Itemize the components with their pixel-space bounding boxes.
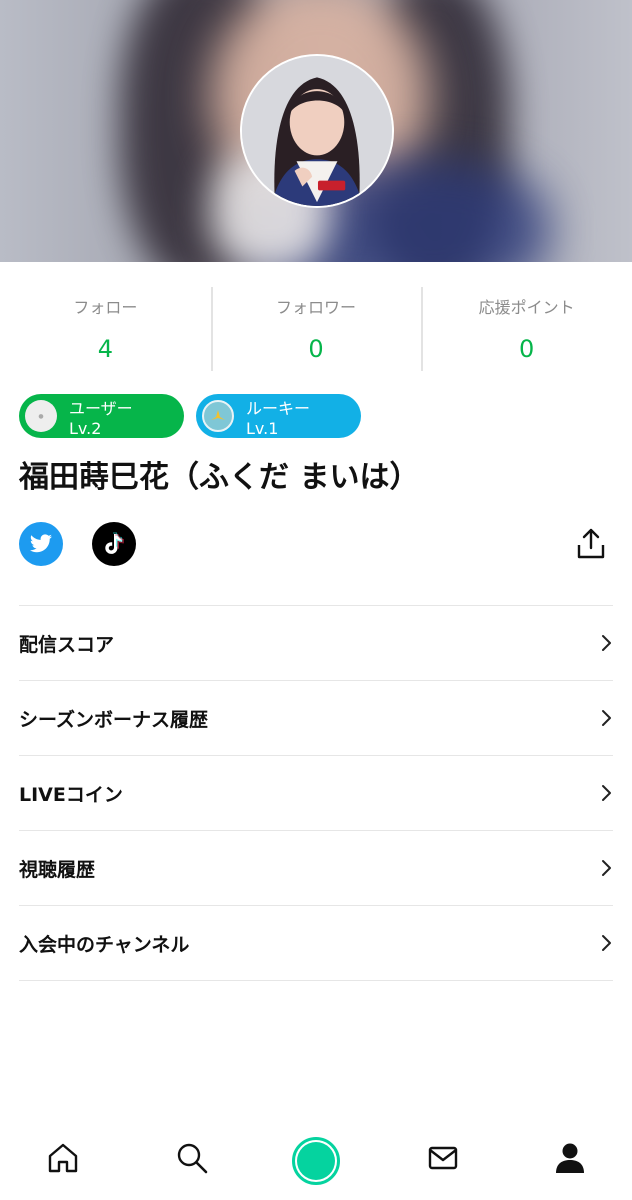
nav-messages[interactable] <box>423 1138 463 1178</box>
level-badges: ● ユーザー Lv.2 ルーキー Lv.1 <box>19 394 361 438</box>
chevron-right-icon <box>602 860 611 876</box>
stat-value: 0 <box>308 335 324 363</box>
search-icon <box>177 1143 208 1174</box>
menu-item-label: 配信スコア <box>19 633 115 656</box>
stat-followers[interactable]: フォロワー 0 <box>210 262 422 378</box>
chevron-right-icon <box>602 635 611 651</box>
mail-icon <box>428 1146 458 1170</box>
nav-live-button[interactable] <box>292 1137 340 1185</box>
user-level-icon: ● <box>25 400 57 432</box>
home-icon <box>48 1143 78 1173</box>
avatar[interactable] <box>240 54 394 208</box>
profile-name: 福田蒔巳花（ふくだ まいは） <box>19 460 420 495</box>
user-level-badge[interactable]: ● ユーザー Lv.2 <box>19 394 184 438</box>
chevron-right-icon <box>602 785 611 801</box>
nav-search[interactable] <box>172 1138 212 1178</box>
stat-support-points[interactable]: 応援ポイント 0 <box>421 262 632 378</box>
stat-follow[interactable]: フォロー 4 <box>0 262 211 378</box>
social-links <box>19 522 613 566</box>
menu-item-joined-channels[interactable]: 入会中のチャンネル <box>19 906 613 981</box>
profile-icon <box>556 1143 584 1173</box>
bottom-navigation <box>0 1124 632 1200</box>
live-icon <box>297 1142 335 1180</box>
share-icon <box>577 528 605 559</box>
stat-label: フォロー <box>73 298 138 317</box>
stat-value: 4 <box>97 335 113 363</box>
menu-item-live-coin[interactable]: LIVEコイン <box>19 756 613 831</box>
menu-item-season-bonus-history[interactable]: シーズンボーナス履歴 <box>19 681 613 756</box>
menu-item-watch-history[interactable]: 視聴履歴 <box>19 831 613 906</box>
chevron-right-icon <box>602 710 611 726</box>
profile-stats: フォロー 4 フォロワー 0 応援ポイント 0 <box>0 262 632 378</box>
avatar-photo <box>242 56 392 206</box>
chevron-right-icon <box>602 935 611 951</box>
nav-profile[interactable] <box>550 1138 590 1178</box>
tiktok-link[interactable] <box>92 522 136 566</box>
share-button[interactable] <box>573 526 609 562</box>
menu-item-label: LIVEコイン <box>19 783 123 806</box>
stat-value: 0 <box>519 335 535 363</box>
menu-item-label: 視聴履歴 <box>19 858 96 881</box>
twitter-link[interactable] <box>19 522 63 566</box>
stat-label: フォロワー <box>276 298 357 317</box>
rookie-level-badge[interactable]: ルーキー Lv.1 <box>196 394 361 438</box>
profile-menu: 配信スコア シーズンボーナス履歴 LIVEコイン 視聴履歴 入会中のチャンネル <box>19 605 613 981</box>
nav-home[interactable] <box>43 1138 83 1178</box>
twitter-bird-icon <box>30 534 52 553</box>
menu-item-stream-score[interactable]: 配信スコア <box>19 606 613 681</box>
badge-label: ルーキー Lv.1 <box>246 398 311 438</box>
stat-label: 応援ポイント <box>478 298 575 317</box>
menu-item-label: 入会中のチャンネル <box>19 933 190 956</box>
menu-item-label: シーズンボーナス履歴 <box>19 708 209 731</box>
rookie-level-icon <box>202 400 234 432</box>
tiktok-note-icon <box>105 532 124 554</box>
badge-label: ユーザー Lv.2 <box>69 398 133 438</box>
